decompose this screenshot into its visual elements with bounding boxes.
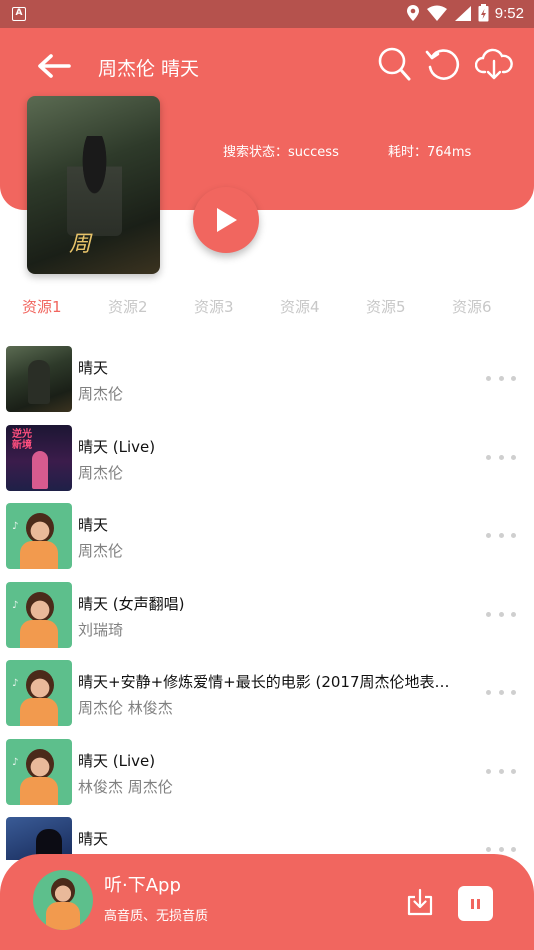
song-title: 晴天 (Live) <box>78 438 156 456</box>
song-cover: ♪ <box>6 739 72 805</box>
song-artist: 刘瑞琦 <box>78 621 124 639</box>
cloud-download-icon <box>475 48 513 80</box>
song-cover: 逆光 新境 <box>6 425 72 491</box>
mini-player[interactable]: 听·下App 高音质、无损音质 <box>0 854 534 950</box>
song-cover <box>6 346 72 412</box>
song-title: 晴天 (女声翻唱) <box>78 595 185 613</box>
song-artist: 周杰伦 <box>78 542 124 560</box>
refresh-button[interactable] <box>422 44 462 84</box>
song-title: 晴天+安静+修炼爱情+最长的电影 (2017周杰伦地表最... <box>78 673 458 691</box>
refresh-icon <box>425 49 460 80</box>
play-button[interactable] <box>193 187 259 253</box>
back-button[interactable] <box>34 48 74 84</box>
cloud-download-button[interactable] <box>474 44 514 84</box>
tab-source-5[interactable]: 资源5 <box>366 296 406 317</box>
song-artist: 周杰伦 <box>78 385 124 403</box>
song-item[interactable]: 逆光 新境 晴天 (Live) 周杰伦 <box>0 419 534 498</box>
wifi-icon <box>426 5 447 21</box>
song-artist: 林俊杰 周杰伦 <box>78 778 173 796</box>
cover-logo: 周 <box>69 232 92 257</box>
more-icon[interactable] <box>486 527 516 543</box>
tab-source-6[interactable]: 资源6 <box>452 296 492 317</box>
page-title: 周杰伦 晴天 <box>98 58 200 80</box>
song-item[interactable]: ♪ 晴天 (Live) 林俊杰 周杰伦 <box>0 733 534 812</box>
tab-source-2[interactable]: 资源2 <box>108 296 148 317</box>
cover-figure <box>67 136 122 236</box>
song-item[interactable]: 晴天 <box>0 811 534 860</box>
search-button[interactable] <box>374 44 414 84</box>
app-notification-icon: A <box>12 7 26 21</box>
song-cover: ♪ <box>6 503 72 569</box>
mini-player-title: 听·下App <box>104 875 181 896</box>
pause-button[interactable] <box>458 886 493 921</box>
song-title: 晴天 <box>78 830 109 848</box>
song-list: 晴天 周杰伦 逆光 新境 晴天 (Live) 周杰伦 ♪ 晴天 周杰伦 ♪ 晴天 … <box>0 340 534 860</box>
song-title: 晴天 <box>78 516 109 534</box>
pause-icon <box>471 898 480 909</box>
tab-source-4[interactable]: 资源4 <box>280 296 320 317</box>
search-status: 搜索状态：success <box>223 145 339 160</box>
song-item[interactable]: ♪ 晴天 周杰伦 <box>0 497 534 576</box>
more-icon[interactable] <box>486 763 516 779</box>
mini-player-subtitle: 高音质、无损音质 <box>104 909 209 924</box>
signal-icon <box>454 6 471 21</box>
source-tabs: 资源1 资源2 资源3 资源4 资源5 资源6 <box>0 296 534 320</box>
play-icon <box>217 208 237 232</box>
more-icon[interactable] <box>486 449 516 465</box>
more-icon[interactable] <box>486 684 516 700</box>
song-item[interactable]: ♪ 晴天+安静+修炼爱情+最长的电影 (2017周杰伦地表最... 周杰伦 林俊… <box>0 654 534 733</box>
elapsed-time: 耗时：764ms <box>388 145 472 160</box>
battery-icon <box>478 4 489 22</box>
song-item[interactable]: 晴天 周杰伦 <box>0 340 534 419</box>
more-icon[interactable] <box>486 606 516 622</box>
location-icon <box>406 5 419 21</box>
status-bar: A 9:52 <box>0 0 534 28</box>
album-cover: 周 <box>27 96 160 274</box>
clock: 9:52 <box>494 4 524 22</box>
back-arrow-icon <box>38 54 71 78</box>
download-button[interactable] <box>404 886 436 918</box>
mini-player-cover <box>33 870 93 930</box>
song-cover: ♪ <box>6 660 72 726</box>
more-icon[interactable] <box>486 370 516 386</box>
tab-source-3[interactable]: 资源3 <box>194 296 234 317</box>
download-icon <box>407 888 433 916</box>
search-icon <box>378 47 411 81</box>
song-title: 晴天 <box>78 359 109 377</box>
tab-source-1[interactable]: 资源1 <box>22 296 62 317</box>
song-item[interactable]: ♪ 晴天 (女声翻唱) 刘瑞琦 <box>0 576 534 655</box>
song-cover: ♪ <box>6 582 72 648</box>
song-artist: 周杰伦 林俊杰 <box>78 699 173 717</box>
system-icons: 9:52 <box>406 4 524 22</box>
song-title: 晴天 (Live) <box>78 752 156 770</box>
song-artist: 周杰伦 <box>78 464 124 482</box>
